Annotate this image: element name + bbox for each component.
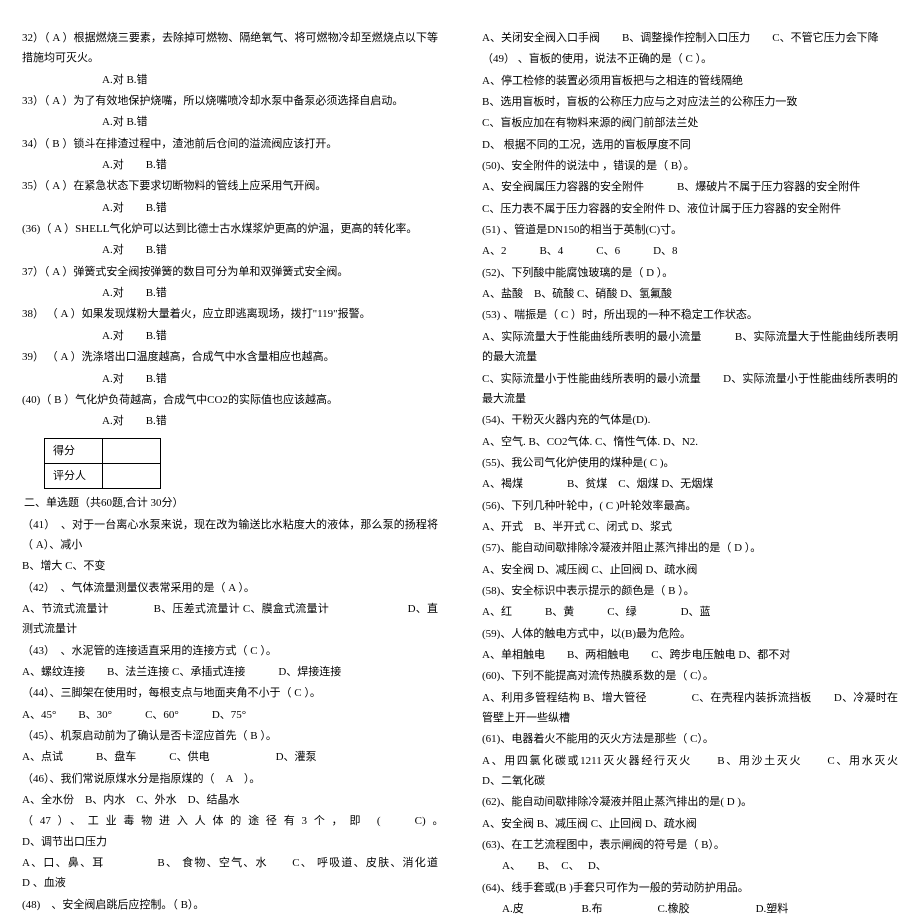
- r5: (52)、下列酸中能腐蚀玻璃的是（ D ）。: [482, 263, 898, 283]
- r14o: A、用四氯化碳或1211灭火器经行灭火 B、用沙土灭火 C、用水灭火 D、二氧化…: [482, 751, 898, 792]
- r2d: D、 根据不同的工况，选用的盲板厚度不同: [482, 135, 898, 155]
- r10: (57)、能自动间歇排除冷凝液并阻止蒸汽排出的是（ D ）。: [482, 538, 898, 558]
- q44: （44）、三脚架在使用时，每根支点与地面夹角不小于（ C ）。: [22, 683, 438, 703]
- r17: (64)、线手套或(B )手套只可作为一般的劳动防护用品。: [482, 878, 898, 898]
- r1: A、关闭安全阀入口手阀 B、调整操作控制入口压力 C、不管它压力会下降: [482, 28, 898, 48]
- o44: A、45° B、30° C、60° D、75°: [22, 705, 438, 725]
- r6a: A、实际流量大于性能曲线所表明的最小流量 B、实际流量大于性能曲线所表明的最大流…: [482, 327, 898, 368]
- r15o: A、安全阀 B、减压阀 C、止回阀 D、疏水阀: [482, 814, 898, 834]
- q34: 34）（ B ）锁斗在排渣过程中，渣池前后仓间的溢流阀应该打开。: [22, 134, 438, 154]
- q36: (36)（ A ）SHELL气化炉可以达到比德士古水煤浆炉更高的炉温，更高的转化…: [22, 219, 438, 239]
- o43: A、螺纹连接 B、法兰连接 C、承插式连接 D、焊接连接: [22, 662, 438, 682]
- r12o: A、单相触电 B、两相触电 C、跨步电压触电 D、都不对: [482, 645, 898, 665]
- r5o: A、盐酸 B、硫酸 C、硝酸 D、氢氟酸: [482, 284, 898, 304]
- r17o: A.皮 B.布 C.橡胶 D.塑料: [482, 899, 898, 919]
- o42: A、节流式流量计 B、压差式流量计 C、膜盒式流量计 D、直测式流量计: [22, 599, 438, 640]
- right-column: A、关闭安全阀入口手阀 B、调整操作控制入口压力 C、不管它压力会下降 （49）…: [460, 0, 920, 734]
- r3: (50)、安全附件的说法中 ，错误的是（ B）。: [482, 156, 898, 176]
- q45: （45）、机泵启动前为了确认是否卡涩应首先（ B ）。: [22, 726, 438, 746]
- r13: (60)、下列不能提高对流传热膜系数的是（ C）。: [482, 666, 898, 686]
- score-row-1: 得分: [45, 438, 103, 463]
- left-column: 32）（ A ）根据燃烧三要素，去除掉可燃物、隔绝氧气、将可燃物冷却至燃烧点以下…: [0, 0, 460, 734]
- q32: 32）（ A ）根据燃烧三要素，去除掉可燃物、隔绝氧气、将可燃物冷却至燃烧点以下…: [22, 28, 438, 69]
- o37: A.对 B.错: [22, 283, 438, 303]
- r6: (53) 、喘振是（ C ）时，所出现的一种不稳定工作状态。: [482, 305, 898, 325]
- r14: (61)、电器着火不能用的灭火方法是那些（ C）。: [482, 729, 898, 749]
- o35: A.对 B.错: [22, 198, 438, 218]
- o46: A、全水份 B、内水 C、外水 D、结晶水: [22, 790, 438, 810]
- r13a: A、利用多管程结构 B、增大管径 C、在壳程内装拆流挡板 D、冷凝时在管壁上开一…: [482, 688, 898, 729]
- o40: A.对 B.错: [22, 411, 438, 431]
- r3a: A、安全阀属压力容器的安全附件 B、爆破片不属于压力容器的安全附件: [482, 177, 898, 197]
- r15: (62)、能自动间歇排除冷凝液并阻止蒸汽排出的是( D )。: [482, 792, 898, 812]
- o38: A.对 B.错: [22, 326, 438, 346]
- r11: (58)、安全标识中表示提示的颜色是（ B ）。: [482, 581, 898, 601]
- score-value-1: [103, 438, 161, 463]
- r9o: A、开式 B、半开式 C、闭式 D、浆式: [482, 517, 898, 537]
- o36: A.对 B.错: [22, 240, 438, 260]
- q46: （46）、我们常说原煤水分是指原煤的（ A ）。: [22, 769, 438, 789]
- o33: A.对 B.错: [22, 112, 438, 132]
- r4o: A、2 B、4 C、6 D、8: [482, 241, 898, 261]
- q47: （47）、工业毒物进入人体的途径有3个，即 ( C)。 D、调节出口压力: [22, 811, 438, 852]
- q41b: B、增大 C、不变: [22, 556, 438, 576]
- r3b: C、压力表不属于压力容器的安全附件 D、液位计属于压力容器的安全附件: [482, 199, 898, 219]
- q37: 37）（ A ）弹簧式安全阀按弹簧的数目可分为单和双弹簧式安全阀。: [22, 262, 438, 282]
- o45: A、点试 B、盘车 C、供电 D、灌泵: [22, 747, 438, 767]
- r12: (59)、人体的触电方式中，以(B)最为危险。: [482, 624, 898, 644]
- r4: (51) 、管道是DN150的相当于英制(C)寸。: [482, 220, 898, 240]
- r2c: C、盲板应加在有物料来源的阀门前部法兰处: [482, 113, 898, 133]
- q48: (48) 、安全阀启跳后应控制。（ B）。: [22, 895, 438, 915]
- r2b: B、选用盲板时，盲板的公称压力应与之对应法兰的公称压力一致: [482, 92, 898, 112]
- r16o: A、 B、 C、 D、: [482, 856, 898, 876]
- q33: 33）（ A ）为了有效地保护烧嘴，所以烧嘴喷冷却水泵中备泵必须选择自启动。: [22, 91, 438, 111]
- q41: （41） 、对于一台离心水泵来说，现在改为输送比水粘度大的液体，那么泵的扬程将（…: [22, 515, 438, 556]
- score-row-2: 评分人: [45, 463, 103, 488]
- r8: (55)、我公司气化炉使用的煤种是( C )。: [482, 453, 898, 473]
- q43: （43） 、水泥管的连接适直采用的连接方式（ C ）。: [22, 641, 438, 661]
- r8o: A、褐煤 B、贫煤 C、烟煤 D、无烟煤: [482, 474, 898, 494]
- q39: 39） （ A ）洗涤塔出口温度越高，合成气中水含量相应也越高。: [22, 347, 438, 367]
- r9: (56)、下列几种叶轮中，( C )叶轮效率最高。: [482, 496, 898, 516]
- r16: (63)、在工艺流程图中，表示闸阀的符号是（ B）。: [482, 835, 898, 855]
- q42: （42） 、气体流量测量仪表常采用的是（ A ）。: [22, 578, 438, 598]
- r2a: A、停工检修的装置必须用盲板把与之相连的管线隔绝: [482, 71, 898, 91]
- o39: A.对 B.错: [22, 369, 438, 389]
- r7o: A、空气. B、CO2气体. C、惰性气体. D、N2.: [482, 432, 898, 452]
- r11o: A、红 B、黄 C、绿 D、蓝: [482, 602, 898, 622]
- section-2-title: 二、单选题（共60题,合计 30分）: [24, 493, 438, 513]
- o34: A.对 B.错: [22, 155, 438, 175]
- q38: 38） （ A ）如果发现煤粉大量着火，应立即逃离现场，拨打"119"报警。: [22, 304, 438, 324]
- o47: A、口、鼻、耳 B、 食物、空气、水 C、 呼吸道、皮肤、消化道 D 、血液: [22, 853, 438, 894]
- q35: 35）（ A ）在紧急状态下要求切断物料的管线上应采用气开阀。: [22, 176, 438, 196]
- o32: A.对 B.错: [22, 70, 438, 90]
- r10o: A、安全阀 D、减压阀 C、止回阀 D、疏水阀: [482, 560, 898, 580]
- r7: (54)、干粉灭火器内充的气体是(D).: [482, 410, 898, 430]
- q40: (40)（ B ）气化炉负荷越高，合成气中CO2的实际值也应该越高。: [22, 390, 438, 410]
- r2: （49） 、盲板的使用，说法不正确的是（ C ）。: [482, 49, 898, 69]
- score-value-2: [103, 463, 161, 488]
- score-table: 得分 评分人: [44, 438, 161, 490]
- r6b: C、实际流量小于性能曲线所表明的最小流量 D、实际流量小于性能曲线所表明的最大流…: [482, 369, 898, 410]
